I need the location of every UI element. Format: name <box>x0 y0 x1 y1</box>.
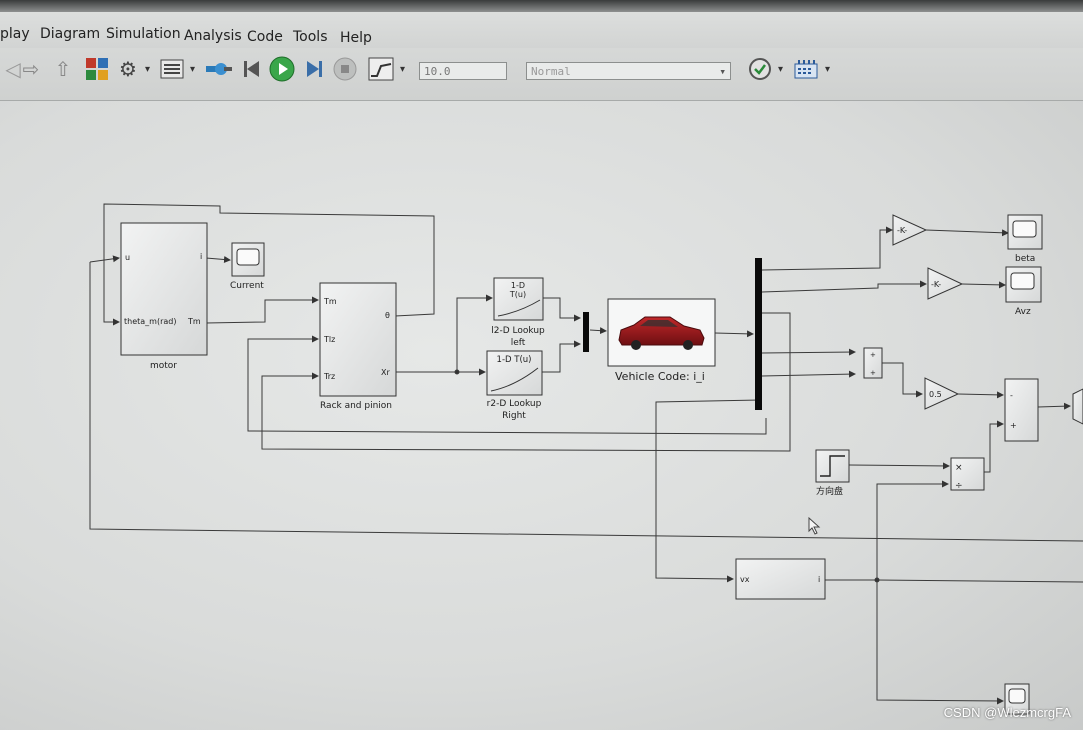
partial-gain-block[interactable] <box>1072 388 1083 425</box>
motor-block-body[interactable] <box>120 222 208 356</box>
minus-icon: - <box>1010 391 1013 400</box>
signal-line <box>542 340 581 373</box>
mouse-cursor-icon <box>808 517 821 535</box>
signal-line <box>957 391 1004 399</box>
signal-line <box>655 399 761 583</box>
gain-block-2-label: -K- <box>931 280 941 289</box>
signal-line <box>205 296 319 324</box>
beta-scope-name: beta <box>1015 254 1035 264</box>
lookup-left-name-1: l2-D Lookup <box>491 326 545 336</box>
avz-scope-name: Avz <box>1015 307 1031 317</box>
rack-block-name: Rack and pinion <box>320 401 392 411</box>
scope-screen-icon <box>1008 688 1026 704</box>
motor-port-u: u <box>125 253 130 262</box>
gain-block-1[interactable]: -K- <box>892 214 928 246</box>
signal-line <box>543 297 581 322</box>
signal-line <box>961 281 1006 289</box>
gain-block-2[interactable]: -K- <box>927 267 964 300</box>
signal-line <box>714 330 754 338</box>
product-block[interactable]: × ÷ <box>950 457 985 491</box>
signal-line <box>925 229 1009 237</box>
watermark: CSDN @WlezmcrgFA <box>943 705 1071 720</box>
lookup-right-name-2: Right <box>502 411 526 421</box>
divide-icon: ÷ <box>955 481 963 491</box>
multiply-icon: × <box>955 463 963 473</box>
signal-line <box>761 348 856 356</box>
branch-point <box>454 369 460 375</box>
vx-port-in: vx <box>740 575 750 584</box>
rack-port-tm: Tm <box>323 297 337 306</box>
beta-scope[interactable]: beta <box>1007 214 1043 264</box>
step-block[interactable]: 方向盘 <box>815 449 850 497</box>
motor-port-i: i <box>200 252 202 261</box>
scope-screen-icon <box>236 248 260 266</box>
current-scope-name: Current <box>230 281 264 291</box>
vx-port-out: i <box>818 575 820 584</box>
signal-line <box>876 579 1083 583</box>
step-block-body[interactable] <box>815 449 850 483</box>
signal-line <box>876 480 949 580</box>
signal-line <box>876 580 1004 705</box>
plus-icon: + <box>870 351 876 359</box>
lookup-left-header-2: T(u) <box>509 290 526 299</box>
lookup-right-block[interactable]: 1-D T(u) r2-D Lookup Right <box>486 350 543 421</box>
demux-block[interactable] <box>755 258 762 410</box>
lookup-right-name-1: r2-D Lookup <box>487 399 542 409</box>
step-block-name: 方向盘 <box>816 485 843 497</box>
plus-icon: + <box>1010 421 1017 430</box>
scope-screen-icon <box>1010 272 1035 290</box>
signal-line <box>1037 402 1071 410</box>
rack-port-theta: θ <box>385 311 390 320</box>
vx-subsystem-block[interactable]: vx i <box>735 558 826 600</box>
vehicle-block-name: Vehicle Code: i_i <box>615 370 705 383</box>
lookup-left-header-1: 1-D <box>511 281 525 290</box>
vehicle-block[interactable]: Vehicle Code: i_i <box>607 298 716 383</box>
motor-block-name: motor <box>150 361 177 371</box>
signal-line <box>882 362 923 398</box>
signal-line <box>761 370 856 378</box>
avz-scope[interactable]: Avz <box>1005 266 1042 317</box>
small-sum-block[interactable]: + + <box>863 347 883 379</box>
rack-port-trz: Trz <box>323 372 335 381</box>
block-diagram: u theta_m(rad) i Tm motor Current Tm Tlz… <box>89 203 1083 715</box>
signal-line <box>984 420 1004 473</box>
gain-block-3-label: 0.5 <box>929 390 942 399</box>
signal-line <box>848 462 950 470</box>
motor-block[interactable]: u theta_m(rad) i Tm motor <box>120 222 208 371</box>
gain-block-1-label: -K- <box>897 226 907 235</box>
signal-line <box>761 226 893 271</box>
motor-port-tm: Tm <box>187 317 201 326</box>
motor-port-theta: theta_m(rad) <box>124 317 176 326</box>
lookup-left-block[interactable]: 1-D T(u) l2-D Lookup left <box>491 277 545 348</box>
signal-line <box>205 256 231 263</box>
plus-icon: + <box>870 369 876 377</box>
gain-block-3[interactable]: 0.5 <box>924 377 960 410</box>
mux-block[interactable] <box>583 312 589 352</box>
signal-line <box>761 280 927 293</box>
current-scope[interactable]: Current <box>230 242 265 291</box>
lookup-right-header: 1-D T(u) <box>497 355 532 365</box>
rack-port-tlz: Tlz <box>323 335 335 344</box>
rack-port-xr: Xr <box>381 368 390 377</box>
rack-and-pinion-block[interactable]: Tm Tlz Trz θ Xr Rack and pinion <box>319 282 397 411</box>
lookup-left-name-2: left <box>511 338 526 348</box>
scope-screen-icon <box>1012 220 1037 238</box>
signal-line <box>589 327 607 335</box>
sum-block-body[interactable] <box>1004 378 1039 442</box>
sum-block[interactable]: - + <box>1004 378 1039 442</box>
